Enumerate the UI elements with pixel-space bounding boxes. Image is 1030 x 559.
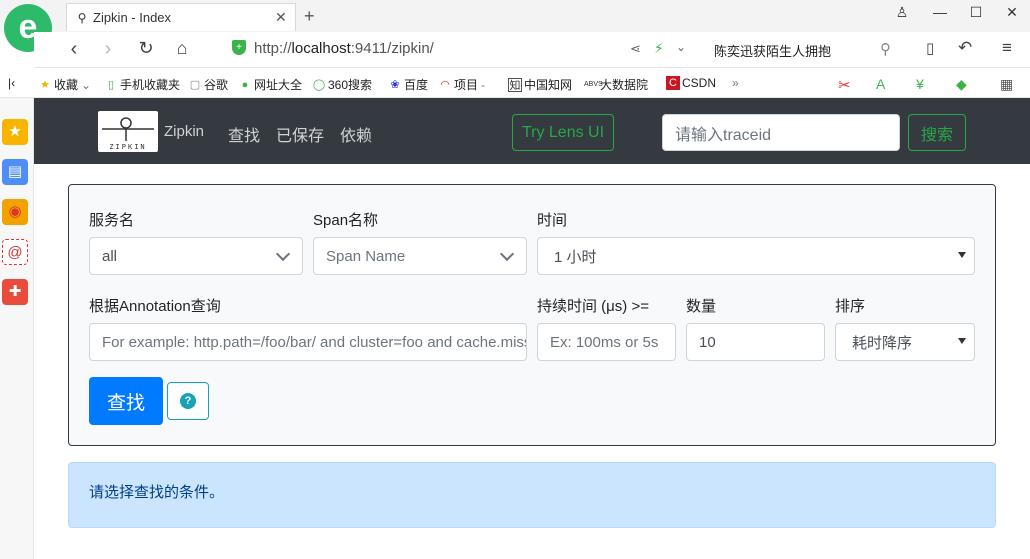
min-duration-input[interactable]: Ex: 100ms or 5s: [537, 323, 676, 361]
chevron-down-icon[interactable]: ⌄: [676, 40, 686, 54]
try-lens-button[interactable]: Try Lens UI: [512, 114, 614, 151]
game-icon[interactable]: ◆: [956, 76, 967, 93]
close-tab-icon[interactable]: ✕: [275, 9, 295, 26]
annotation-label: 根据Annotation查询: [89, 298, 221, 315]
share-icon[interactable]: ⋖: [630, 41, 641, 57]
bookmark-mobile[interactable]: ▯ 手机收藏夹: [104, 76, 180, 93]
weibo-icon[interactable]: ◉: [2, 199, 28, 225]
span-label: Span名称: [313, 212, 379, 229]
annotation-placeholder: For example: http.path=/foo/bar/ and clu…: [102, 333, 527, 351]
secure-shield-icon: +: [232, 40, 246, 55]
payment-icon[interactable]: ¥: [916, 76, 924, 92]
home-icon[interactable]: ⌂: [170, 38, 194, 59]
more-bookmarks-icon[interactable]: »: [732, 76, 739, 90]
reading-list-icon[interactable]: ▤: [2, 159, 28, 185]
limit-label: 数量: [686, 298, 717, 315]
skin-icon[interactable]: ♙: [892, 4, 912, 21]
annotation-query-input[interactable]: For example: http.path=/foo/bar/ and clu…: [89, 323, 527, 361]
star-icon: ★: [40, 78, 50, 91]
service-value: all: [102, 247, 118, 265]
question-circle-icon: ?: [180, 393, 196, 409]
limit-value: 10: [699, 333, 716, 351]
bookmark-sites[interactable]: ● 网址大全: [238, 76, 302, 93]
sort-value: 耗时降序: [852, 334, 913, 352]
apps-grid-icon[interactable]: ▦: [1000, 76, 1013, 93]
gamepad-icon[interactable]: ✚: [2, 279, 28, 305]
collapse-sidebar-icon[interactable]: |‹: [8, 76, 15, 90]
time-label: 时间: [537, 212, 568, 229]
duration-placeholder: Ex: 100ms or 5s: [550, 333, 659, 351]
gauge-icon: ◠: [440, 78, 450, 91]
nav-dependencies[interactable]: 依赖: [340, 122, 372, 146]
caret-down-icon: [958, 252, 966, 258]
tab-title: Zipkin - Index: [93, 10, 172, 25]
bookmark-360[interactable]: ◯ 360搜索: [312, 76, 372, 93]
undo-icon[interactable]: ↶: [958, 38, 972, 58]
bigdata-icon: ABVS: [584, 80, 603, 88]
zipkin-logo-icon: ZIPKIN: [102, 117, 154, 151]
bookmark-favorites[interactable]: ★ 收藏 ⌄: [38, 76, 91, 93]
email-icon[interactable]: @: [2, 239, 28, 265]
site-nav-icon: ●: [241, 78, 249, 91]
minimize-icon[interactable]: —: [930, 4, 950, 20]
find-traces-button[interactable]: 查找: [89, 377, 163, 425]
service-label: 服务名: [89, 212, 135, 229]
browser-tab[interactable]: ⚲ Zipkin - Index ✕: [66, 3, 296, 31]
zipkin-logo[interactable]: ZIPKIN: [98, 111, 158, 152]
bookmark-csdn[interactable]: C CSDN: [666, 76, 716, 90]
time-range-select[interactable]: 1 小时: [537, 237, 975, 275]
mobile-icon[interactable]: ▯: [926, 39, 934, 57]
360-icon: ◯: [312, 78, 326, 91]
zipkin-favicon-icon: ⚲: [77, 10, 87, 25]
nav-find[interactable]: 查找: [228, 122, 260, 146]
maximize-icon[interactable]: ☐: [966, 4, 986, 21]
nav-saved[interactable]: 已保存: [276, 122, 324, 146]
csdn-icon: C: [666, 76, 680, 90]
chevron-down-icon: [499, 246, 515, 262]
sort-select[interactable]: 耗时降序: [835, 323, 975, 361]
new-tab-icon[interactable]: +: [304, 6, 315, 27]
time-value: 1 小时: [554, 248, 597, 266]
translate-icon[interactable]: A: [876, 76, 885, 92]
favorites-star-icon[interactable]: ★: [2, 119, 28, 145]
close-window-icon[interactable]: ✕: [1002, 4, 1022, 21]
page-icon: ▢: [189, 78, 201, 91]
caret-down-icon: [958, 338, 966, 344]
traceid-input[interactable]: 请输入traceid: [662, 114, 900, 151]
search-icon[interactable]: ⚲: [880, 40, 891, 58]
service-select[interactable]: all: [89, 237, 303, 275]
bookmark-bigdata[interactable]: ABVS 大数据院: [584, 76, 648, 93]
traceid-search-button[interactable]: 搜索: [908, 114, 966, 151]
help-button[interactable]: ?: [167, 382, 209, 420]
bookmark-baidu[interactable]: ❀ 百度: [388, 76, 428, 93]
chevron-down-icon: [275, 246, 291, 262]
sort-label: 排序: [835, 298, 866, 315]
forward-icon[interactable]: ›: [96, 38, 120, 61]
limit-input[interactable]: 10: [686, 323, 825, 361]
mobile-bookmark-icon: ▯: [107, 78, 115, 91]
bookmark-google[interactable]: ▢ 谷歌: [188, 76, 228, 93]
cnki-icon: 知: [508, 77, 522, 92]
bookmark-project[interactable]: ◠ 项目 -: [438, 76, 485, 93]
hot-search-text[interactable]: 陈奕迅获陌生人拥抱: [714, 41, 831, 60]
zipkin-brand[interactable]: Zipkin: [164, 123, 204, 140]
logo-text: ZIPKIN: [109, 143, 146, 151]
url-field[interactable]: http://localhost:9411/zipkin/: [254, 40, 434, 57]
lightning-icon[interactable]: ⚡: [654, 40, 664, 57]
info-alert: 请选择查找的条件。: [68, 462, 996, 528]
scissors-icon[interactable]: ✂: [838, 76, 851, 94]
duration-label: 持续时间 (μs) >=: [537, 298, 649, 315]
bookmark-cnki[interactable]: 知中国知网: [508, 76, 572, 93]
menu-icon[interactable]: ≡: [1002, 38, 1012, 58]
back-icon[interactable]: ‹: [62, 38, 86, 61]
baidu-paw-icon: ❀: [390, 78, 400, 91]
span-placeholder: Span Name: [326, 247, 406, 265]
refresh-icon[interactable]: ↻: [134, 38, 158, 59]
span-name-select[interactable]: Span Name: [313, 237, 527, 275]
